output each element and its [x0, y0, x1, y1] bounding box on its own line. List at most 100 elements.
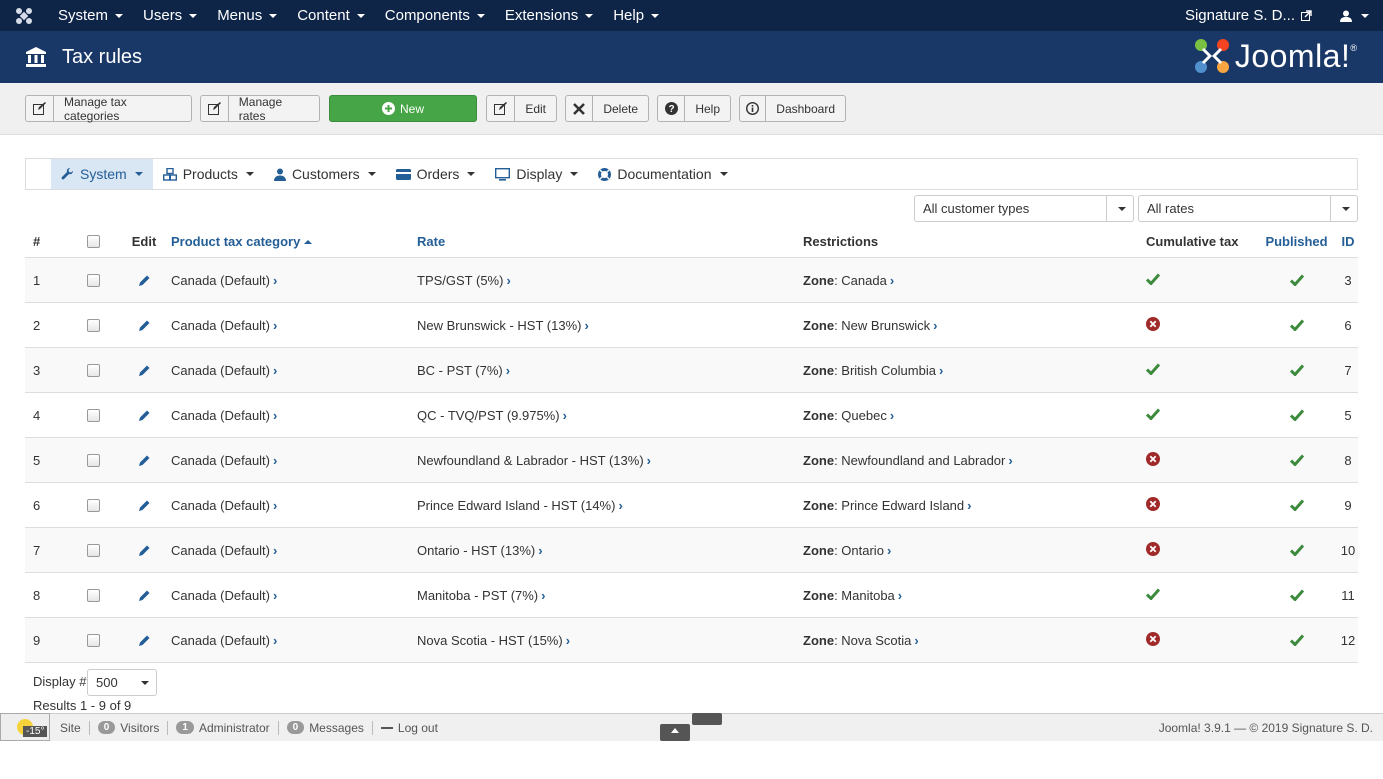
chevron-right-icon: › [273, 632, 278, 648]
published-toggle-check-icon[interactable] [1255, 454, 1338, 466]
row-id: 5 [1344, 407, 1352, 423]
manage-tax-categories-button[interactable]: Manage tax categories [25, 95, 192, 123]
published-toggle-check-icon[interactable] [1255, 499, 1338, 511]
row-checkbox[interactable] [69, 453, 117, 467]
row-category-link[interactable]: Canada (Default) › [171, 319, 417, 332]
row-rate-link[interactable]: Ontario - HST (13%) › [417, 544, 803, 557]
pencil-icon[interactable] [117, 364, 171, 377]
customer-type-filter[interactable]: All customer types [914, 195, 1134, 222]
published-toggle-check-icon[interactable] [1255, 364, 1338, 376]
pencil-icon[interactable] [117, 634, 171, 647]
row-rate-link[interactable]: BC - PST (7%) › [417, 364, 803, 377]
row-restriction-link[interactable]: Zone: Nova Scotia › [803, 634, 1146, 647]
row-checkbox[interactable] [69, 543, 117, 557]
row-checkbox[interactable] [69, 633, 117, 647]
weather-widget[interactable]: -15° [0, 713, 50, 741]
submenu-customers[interactable]: Customers [264, 159, 386, 189]
topnav-help[interactable]: Help [603, 0, 669, 31]
pencil-icon[interactable] [117, 544, 171, 557]
row-category-link[interactable]: Canada (Default) › [171, 274, 417, 287]
site-link[interactable]: Signature S. D... [1171, 7, 1326, 24]
joomla-menu-icon[interactable] [0, 0, 48, 31]
rate-filter[interactable]: All rates [1138, 195, 1358, 222]
manage-rates-button[interactable]: Manage rates [200, 95, 320, 123]
chevron-right-icon: › [886, 542, 892, 558]
row-restriction-link[interactable]: Zone: British Columbia › [803, 364, 1146, 377]
row-checkbox[interactable] [69, 408, 117, 422]
status-site-link[interactable]: Site [52, 720, 90, 735]
topnav-system[interactable]: System [48, 0, 133, 31]
topnav-users[interactable]: Users [133, 0, 207, 31]
external-link-icon [1301, 10, 1312, 21]
logout-link[interactable]: Log out [373, 721, 446, 735]
status-messages[interactable]: 0 Messages [279, 720, 373, 735]
row-rate-link[interactable]: New Brunswick - HST (13%) › [417, 319, 803, 332]
row-checkbox[interactable] [69, 273, 117, 287]
row-restriction-link[interactable]: Zone: Newfoundland and Labrador › [803, 454, 1146, 467]
row-restriction-link[interactable]: Zone: Canada › [803, 274, 1146, 287]
submenu-products-label: Products [182, 166, 238, 182]
drag-handle[interactable] [692, 713, 722, 725]
row-category-link[interactable]: Canada (Default) › [171, 589, 417, 602]
chevron-right-icon: › [897, 587, 903, 603]
row-checkbox[interactable] [69, 498, 117, 512]
pencil-icon[interactable] [117, 454, 171, 467]
published-toggle-check-icon[interactable] [1255, 409, 1338, 421]
scroll-top-button[interactable] [660, 724, 690, 741]
row-rate-link[interactable]: Manitoba - PST (7%) › [417, 589, 803, 602]
row-checkbox[interactable] [69, 318, 117, 332]
row-rate-link[interactable]: QC - TVQ/PST (9.975%) › [417, 409, 803, 422]
submenu-documentation[interactable]: Documentation [588, 159, 737, 189]
pencil-icon[interactable] [117, 274, 171, 287]
times-circle-icon [1146, 317, 1255, 333]
check-all-checkbox[interactable] [69, 234, 117, 248]
row-checkbox[interactable] [69, 588, 117, 602]
row-rate-link[interactable]: TPS/GST (5%) › [417, 274, 803, 287]
new-button[interactable]: New [329, 95, 477, 122]
topnav-extensions[interactable]: Extensions [495, 0, 603, 31]
row-restriction-link[interactable]: Zone: Quebec › [803, 409, 1146, 422]
row-category-link[interactable]: Canada (Default) › [171, 634, 417, 647]
row-category-link[interactable]: Canada (Default) › [171, 544, 417, 557]
caret-down-icon [651, 13, 660, 18]
published-toggle-check-icon[interactable] [1255, 589, 1338, 601]
header-id[interactable]: ID [1338, 234, 1358, 249]
published-toggle-check-icon[interactable] [1255, 319, 1338, 331]
row-restriction-link[interactable]: Zone: Ontario › [803, 544, 1146, 557]
row-category-link[interactable]: Canada (Default) › [171, 409, 417, 422]
user-menu[interactable] [1326, 10, 1383, 22]
row-category-link[interactable]: Canada (Default) › [171, 364, 417, 377]
pencil-icon[interactable] [117, 319, 171, 332]
row-checkbox[interactable] [69, 363, 117, 377]
submenu-system[interactable]: System [51, 159, 153, 189]
row-restriction-link[interactable]: Zone: Prince Edward Island › [803, 499, 1146, 512]
topnav-components[interactable]: Components [375, 0, 495, 31]
pencil-icon[interactable] [117, 499, 171, 512]
help-button[interactable]: ? Help [657, 95, 731, 122]
submenu-orders[interactable]: Orders [386, 159, 486, 189]
topnav-menus-label: Menus [217, 7, 263, 24]
row-category-link[interactable]: Canada (Default) › [171, 499, 417, 512]
display-limit-select[interactable]: 500 [87, 669, 157, 696]
header-published[interactable]: Published [1255, 234, 1338, 249]
topnav-menus[interactable]: Menus [207, 0, 287, 31]
row-category-link[interactable]: Canada (Default) › [171, 454, 417, 467]
submenu-products[interactable]: Products [153, 159, 264, 189]
published-toggle-check-icon[interactable] [1255, 634, 1338, 646]
pencil-icon[interactable] [117, 409, 171, 422]
pencil-icon[interactable] [117, 589, 171, 602]
dashboard-button[interactable]: Dashboard [739, 95, 846, 122]
topnav-content[interactable]: Content [287, 0, 375, 31]
row-restriction-link[interactable]: Zone: New Brunswick › [803, 319, 1146, 332]
published-toggle-check-icon[interactable] [1255, 544, 1338, 556]
header-rate[interactable]: Rate [417, 234, 803, 249]
header-category[interactable]: Product tax category [171, 234, 417, 249]
published-toggle-check-icon[interactable] [1255, 274, 1338, 286]
row-restriction-link[interactable]: Zone: Manitoba › [803, 589, 1146, 602]
submenu-display[interactable]: Display [485, 159, 588, 189]
row-rate-link[interactable]: Nova Scotia - HST (15%) › [417, 634, 803, 647]
row-rate-link[interactable]: Newfoundland & Labrador - HST (13%) › [417, 454, 803, 467]
row-rate-link[interactable]: Prince Edward Island - HST (14%) › [417, 499, 803, 512]
delete-button[interactable]: Delete [565, 95, 649, 122]
edit-button[interactable]: Edit [486, 95, 557, 122]
